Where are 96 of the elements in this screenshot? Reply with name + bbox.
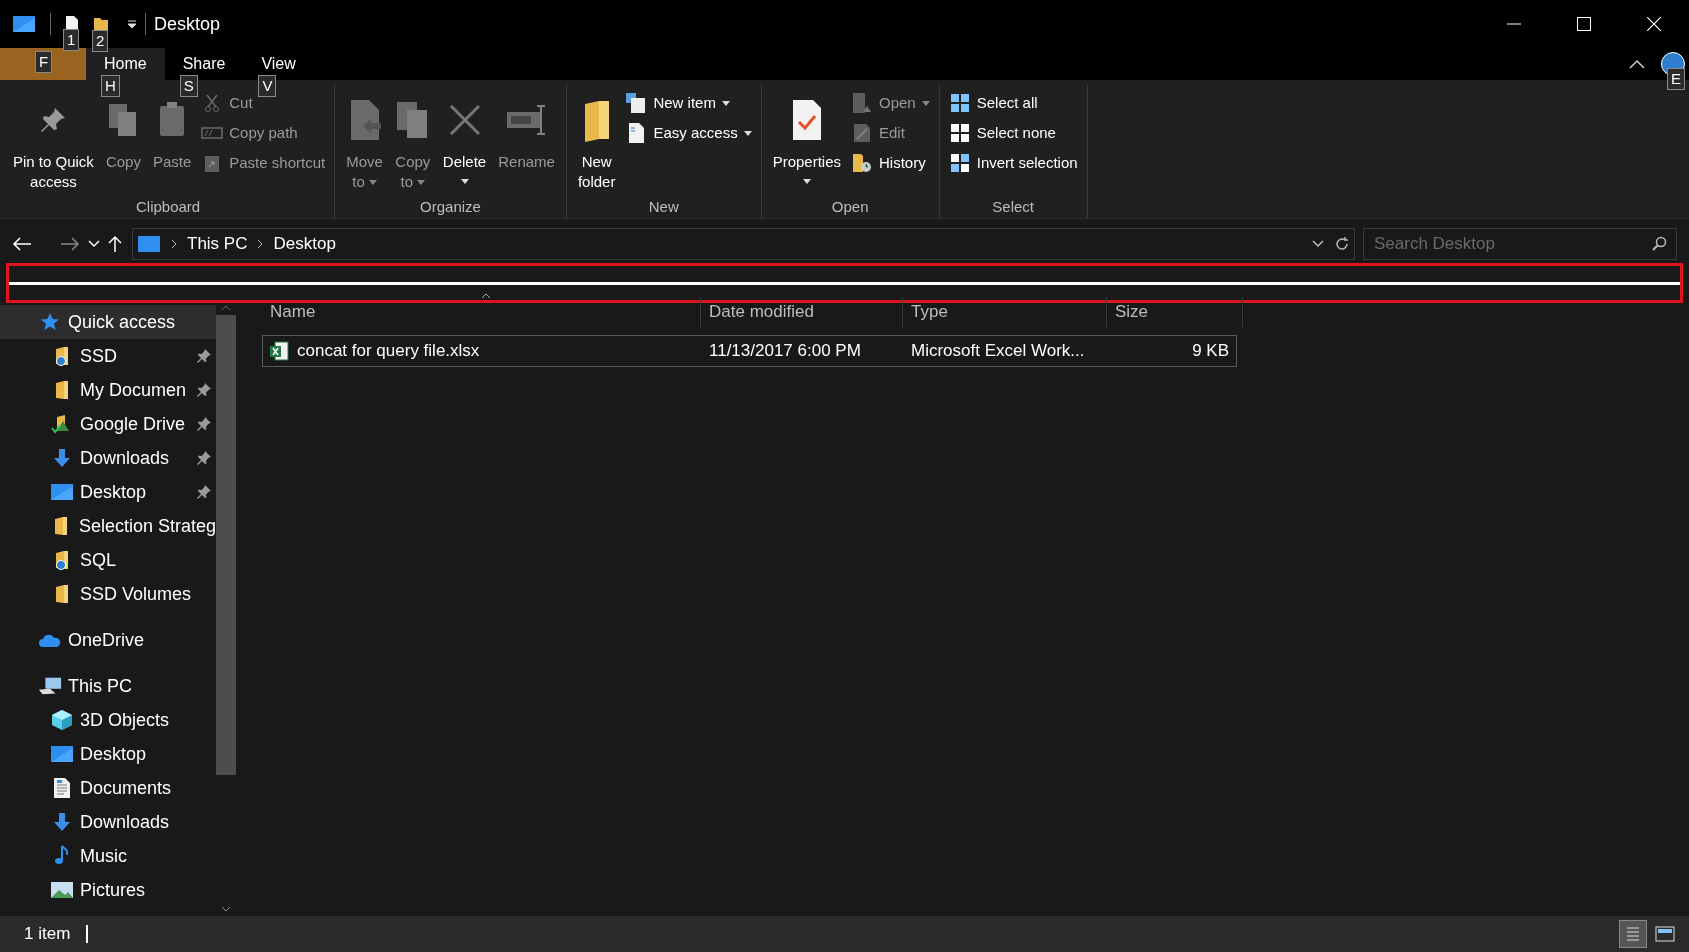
chevron-right-icon	[171, 239, 177, 249]
chevron-down-icon[interactable]	[1312, 240, 1324, 248]
nav-item[interactable]: Downloads	[0, 805, 216, 839]
refresh-icon[interactable]	[1334, 236, 1350, 252]
grid-icon	[949, 93, 970, 113]
group-label: Select	[991, 197, 1035, 217]
grid-icon	[949, 123, 970, 143]
minimize-icon	[1507, 23, 1521, 25]
group-label: Open	[830, 197, 870, 217]
file-name: concat for query file.xlsx	[297, 340, 480, 363]
sort-caret-icon	[481, 293, 491, 299]
nav-item[interactable]: SQL	[0, 543, 216, 577]
monitor-icon	[50, 483, 74, 501]
keytip: E	[1667, 68, 1685, 90]
monitor-icon	[50, 745, 74, 763]
nav-item[interactable]: Google Drive	[0, 407, 216, 441]
grid-icon	[949, 153, 970, 173]
table-cell-text: Microsoft Excel Work...	[910, 340, 1086, 363]
keytip: S	[179, 75, 198, 97]
keytip: V	[258, 75, 277, 97]
star-icon	[38, 312, 62, 332]
window-icon	[1655, 926, 1675, 942]
ribbon-button[interactable]: Delete	[437, 86, 492, 192]
breadcrumb[interactable]: This PC	[187, 231, 248, 257]
column-header[interactable]: Type	[903, 297, 1107, 327]
computer-icon	[38, 676, 62, 696]
customize-toolbar-icon[interactable]	[127, 19, 137, 29]
nav-item[interactable]: This PC	[0, 669, 216, 703]
scissors-icon	[204, 94, 221, 112]
document-icon	[627, 122, 646, 144]
ribbon-button[interactable]: History	[848, 148, 933, 178]
chevron-right-icon	[257, 239, 264, 249]
new-item-icon	[625, 92, 648, 114]
cube-icon	[50, 709, 74, 731]
path-icon	[201, 126, 224, 140]
monitor-icon	[12, 15, 36, 33]
edit-icon	[853, 123, 871, 143]
search-icon	[1651, 236, 1667, 252]
address-field[interactable]: This PC Desktop	[132, 228, 1355, 260]
nav-item[interactable]: Desktop	[0, 737, 216, 771]
back-arrow-icon[interactable]	[12, 237, 32, 251]
close-icon	[1647, 17, 1661, 31]
nav-item[interactable]: Pictures	[0, 873, 216, 907]
nav-item[interactable]: 3D Objects	[0, 703, 216, 737]
maximize-icon	[1577, 17, 1591, 31]
nav-item[interactable]: SSD	[0, 339, 216, 373]
ribbon-button[interactable]: New item	[622, 88, 755, 118]
spreadsheet-icon	[269, 341, 289, 361]
ribbon-button[interactable]: Pin to Quick access	[8, 86, 99, 194]
history-icon	[852, 152, 872, 174]
keytip: H	[101, 75, 120, 97]
nav-item[interactable]: OneDrive	[0, 623, 216, 657]
ribbon-button[interactable]: Properties	[767, 86, 846, 192]
nav-item[interactable]: Music	[0, 839, 216, 873]
column-header[interactable]: Date modified	[701, 297, 903, 327]
ribbon-button[interactable]: Easy access	[622, 118, 755, 148]
ribbon-button[interactable]: Select all	[945, 88, 1081, 118]
status-text: 1 item	[24, 923, 71, 946]
keytip: 2	[92, 30, 109, 52]
open-icon	[852, 92, 872, 114]
breadcrumb[interactable]: Desktop	[273, 231, 336, 257]
collapse-ribbon-icon[interactable]	[1629, 59, 1645, 69]
group-label: New	[647, 197, 680, 217]
keytip: 1	[63, 29, 80, 51]
nav-item[interactable]: Downloads	[0, 441, 216, 475]
list-icon	[1626, 926, 1640, 942]
file-row[interactable]: concat for query file.xlsx 11/13/2017 6:00 PM Microsoft Excel Work... 9 KB	[262, 335, 1237, 367]
nav-item[interactable]: SSD Volumes	[0, 577, 216, 611]
ribbon-button[interactable]: Select none	[945, 118, 1081, 148]
nav-item[interactable]: Documents	[0, 771, 216, 805]
window-title: Desktop	[154, 12, 221, 36]
shortcut-icon	[204, 153, 221, 173]
forward-arrow-icon[interactable]	[60, 237, 80, 251]
image-icon	[50, 881, 74, 899]
scroll-up-icon[interactable]	[221, 305, 231, 311]
ribbon-button[interactable]: New folder	[572, 86, 621, 194]
up-arrow-icon[interactable]	[108, 235, 122, 253]
keytip: F	[35, 51, 53, 73]
monitor-icon	[137, 235, 161, 253]
nav-item[interactable]: Quick access	[0, 305, 216, 339]
nav-item[interactable]: Selection Strateg	[0, 509, 216, 543]
scroll-down-icon[interactable]	[221, 906, 231, 912]
ribbon-button[interactable]: Invert selection	[945, 148, 1081, 178]
nav-item[interactable]: My Documen	[0, 373, 216, 407]
column-header[interactable]: Name	[262, 297, 701, 327]
group-label: Clipboard	[134, 197, 202, 217]
column-header[interactable]: Size	[1107, 297, 1243, 327]
table-cell-text: 11/13/2017 6:00 PM	[708, 340, 862, 363]
scrollbar-thumb[interactable]	[216, 315, 236, 775]
cloud-icon	[38, 632, 62, 648]
nav-item[interactable]: Desktop	[0, 475, 216, 509]
table-cell-text: 9 KB	[1191, 340, 1230, 363]
group-label: Organize	[419, 197, 482, 217]
ribbon-tab[interactable]: Home	[86, 48, 165, 80]
file-tab[interactable]: F	[0, 48, 86, 80]
search-field[interactable]: Search Desktop	[1363, 228, 1677, 260]
